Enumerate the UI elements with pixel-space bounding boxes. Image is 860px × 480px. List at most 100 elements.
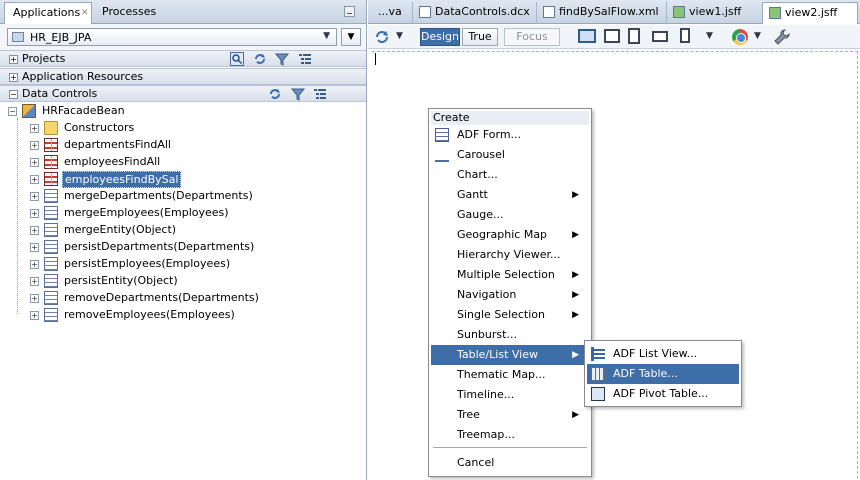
close-tab-icon[interactable]: ✕ <box>81 3 89 23</box>
tablet-portrait-icon[interactable] <box>628 28 640 44</box>
folder-icon <box>44 121 58 135</box>
menu-item-label: Geographic Map <box>457 228 548 241</box>
submenu-arrow-icon: ▶ <box>572 230 579 240</box>
find-icon[interactable] <box>230 52 244 66</box>
expand-icon[interactable]: + <box>30 175 39 184</box>
tab-applications[interactable]: Applications ✕ <box>4 2 92 24</box>
tree-node-label: employeesFindAll <box>64 155 161 168</box>
accordion-application-resources-label: Application Resources <box>22 70 144 83</box>
focus-button[interactable]: Focus <box>504 28 560 46</box>
submenu-arrow-icon: ▶ <box>572 290 579 300</box>
tree-node-label: mergeDepartments(Departments) <box>64 189 253 202</box>
submenu-arrow-icon: ▶ <box>572 350 579 360</box>
expand-icon[interactable]: + <box>30 226 39 235</box>
expand-icon[interactable]: + <box>30 294 39 303</box>
design-mode-button[interactable]: Design <box>420 28 460 46</box>
refresh-icon[interactable] <box>268 87 282 101</box>
expand-icon[interactable]: + <box>30 243 39 252</box>
expand-icon[interactable]: + <box>30 209 39 218</box>
editor-toolbar: ▼ Design True Focus ▼ ▼ <box>368 25 860 49</box>
filter-icon[interactable] <box>290 87 305 101</box>
menu-item-multiple-selection[interactable]: Multiple Selection ▶ <box>431 265 589 285</box>
method-icon <box>44 223 58 237</box>
expand-icon[interactable]: + <box>30 141 39 150</box>
expand-icon[interactable]: + <box>30 192 39 201</box>
submenu-item-label: ADF Pivot Table... <box>613 387 709 400</box>
table-icon <box>591 367 605 381</box>
collapse-icon[interactable]: − <box>8 107 17 116</box>
accordion-data-controls-label: Data Controls <box>22 87 98 100</box>
editor-tab-label: ...va <box>378 5 402 18</box>
collapse-icon[interactable]: − <box>9 90 18 99</box>
menu-item-carousel[interactable]: Carousel <box>431 145 589 165</box>
accordion-projects[interactable]: + Projects <box>0 50 366 67</box>
refresh-icon[interactable] <box>374 29 390 45</box>
editor-tab-datacontrols[interactable]: DataControls.dcx <box>412 2 530 24</box>
minimize-panel-icon[interactable] <box>344 6 355 17</box>
application-menu-button[interactable]: ▼ <box>341 28 361 46</box>
tree-node-label: Constructors <box>64 121 135 134</box>
phone-portrait-icon[interactable] <box>680 28 690 43</box>
expand-icon[interactable]: + <box>30 277 39 286</box>
view-options-icon[interactable] <box>298 52 312 66</box>
menu-item-table-list-view[interactable]: Table/List View ▶ <box>431 345 589 365</box>
jsff-file-icon <box>769 7 781 19</box>
file-icon <box>419 6 431 18</box>
menu-item-label: Single Selection <box>457 308 546 321</box>
submenu-item-adf-pivot-table[interactable]: ADF Pivot Table... <box>587 384 739 404</box>
tab-processes[interactable]: Processes <box>94 2 170 24</box>
menu-item-gantt[interactable]: Gantt ▶ <box>431 185 589 205</box>
menu-item-sunburst[interactable]: Sunburst... <box>431 325 589 345</box>
chevron-down-icon[interactable]: ▼ <box>706 31 713 41</box>
menu-item-navigation[interactable]: Navigation ▶ <box>431 285 589 305</box>
phone-landscape-icon[interactable] <box>652 31 668 42</box>
editor-tab-java[interactable]: ...va <box>376 2 412 24</box>
chevron-down-icon[interactable]: ▼ <box>396 31 403 41</box>
tablet-landscape-icon[interactable] <box>604 29 620 43</box>
editor-tab-bar: ...va DataControls.dcx findBySalFlow.xml… <box>368 0 860 24</box>
sync-icon[interactable] <box>253 52 267 66</box>
menu-item-hierarchy-viewer[interactable]: Hierarchy Viewer... <box>431 245 589 265</box>
menu-item-geographic-map[interactable]: Geographic Map ▶ <box>431 225 589 245</box>
application-selector[interactable]: HR_EJB_JPA ▼ <box>7 28 337 46</box>
editor-tab-findbysalflow[interactable]: findBySalFlow.xml <box>536 2 662 24</box>
tab-processes-label: Processes <box>102 5 157 18</box>
menu-item-adf-form[interactable]: ADF Form... <box>431 125 589 145</box>
menu-item-label: Cancel <box>457 456 495 469</box>
menu-item-cancel[interactable]: Cancel <box>431 453 589 473</box>
submenu-item-label: ADF List View... <box>613 347 698 360</box>
menu-item-tree[interactable]: Tree ▶ <box>431 405 589 425</box>
wrench-icon[interactable] <box>774 29 790 45</box>
focus-button-label: Focus <box>516 30 548 43</box>
expand-icon[interactable]: + <box>30 311 39 320</box>
browser-icon[interactable] <box>732 29 748 45</box>
method-icon <box>44 189 58 203</box>
view-options-icon[interactable] <box>313 87 327 101</box>
editor-tab-view2[interactable]: view2.jsff <box>762 2 858 24</box>
method-icon <box>44 206 58 220</box>
accordion-projects-label: Projects <box>22 52 66 65</box>
chevron-down-icon[interactable]: ▼ <box>754 31 761 41</box>
filter-icon[interactable] <box>275 52 289 66</box>
tree-node-label: persistEntity(Object) <box>64 274 178 287</box>
accordion-data-controls[interactable]: − Data Controls <box>0 85 366 102</box>
menu-item-gauge[interactable]: Gauge... <box>431 205 589 225</box>
menu-item-single-selection[interactable]: Single Selection ▶ <box>431 305 589 325</box>
collection-icon <box>44 138 58 152</box>
expand-icon[interactable]: + <box>9 73 18 82</box>
menu-item-thematic-map[interactable]: Thematic Map... <box>431 365 589 385</box>
true-mode-button[interactable]: True <box>462 28 498 46</box>
menu-item-chart[interactable]: Chart... <box>431 165 589 185</box>
menu-item-label: Navigation <box>457 288 517 301</box>
expand-icon[interactable]: + <box>30 260 39 269</box>
desktop-preview-icon[interactable] <box>578 29 596 43</box>
expand-icon[interactable]: + <box>30 124 39 133</box>
submenu-item-adf-table[interactable]: ADF Table... <box>587 364 739 384</box>
accordion-application-resources[interactable]: + Application Resources <box>0 68 366 85</box>
menu-item-treemap[interactable]: Treemap... <box>431 425 589 445</box>
editor-tab-view1[interactable]: view1.jsff <box>666 2 760 24</box>
expand-icon[interactable]: + <box>9 55 18 64</box>
expand-icon[interactable]: + <box>30 158 39 167</box>
menu-item-timeline[interactable]: Timeline... <box>431 385 589 405</box>
submenu-item-adf-list-view[interactable]: ADF List View... <box>587 344 739 364</box>
